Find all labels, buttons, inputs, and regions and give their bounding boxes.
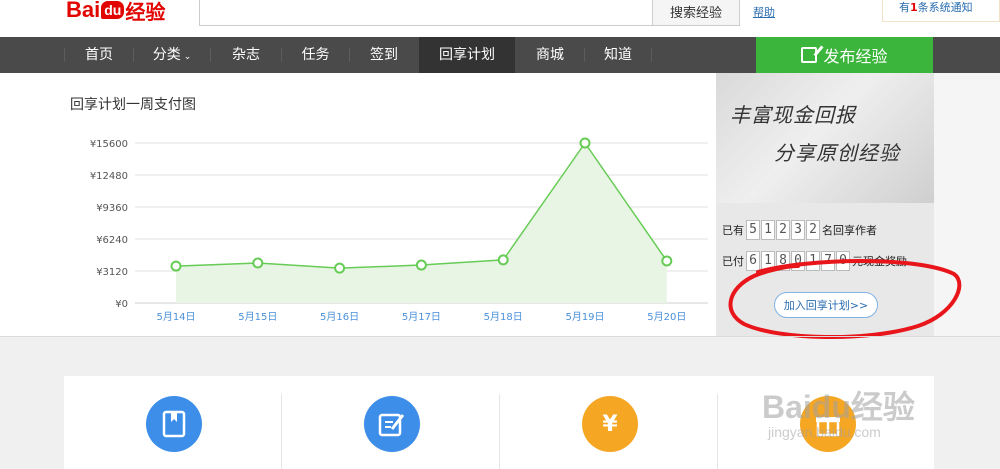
notice-prefix: 有 <box>899 1 910 14</box>
paid-suffix: 元现金奖励 <box>852 255 907 268</box>
paid-digit: 8 <box>776 251 790 271</box>
nav-item-magazine[interactable]: 杂志 <box>211 37 281 73</box>
card-reward[interactable]: ¥ <box>500 376 717 469</box>
right-gutter <box>934 73 1000 336</box>
publish-label: 发布经验 <box>823 47 888 66</box>
edit-icon <box>364 396 420 452</box>
data-point <box>415 259 427 271</box>
data-point <box>661 255 673 267</box>
x-tick-label: 5月18日 <box>484 311 523 323</box>
nav-divider <box>651 48 652 62</box>
x-tick-label: 5月15日 <box>238 311 277 323</box>
promo-slogan-1: 丰富现金回报 <box>730 103 856 127</box>
paid-digit: 0 <box>791 251 805 271</box>
yuan-glyph: ¥ <box>602 411 618 437</box>
book-icon <box>146 396 202 452</box>
logo-jingyan: 经验 <box>125 0 166 24</box>
data-point <box>334 262 346 274</box>
authors-digit: 2 <box>776 220 790 240</box>
search-button[interactable]: 搜索经验 <box>652 0 740 26</box>
data-point <box>497 254 509 266</box>
logo-du: du <box>101 1 125 19</box>
y-tick-label: ¥9360 <box>96 203 128 214</box>
join-huixiang-button[interactable]: 加入回享计划>> <box>774 292 878 318</box>
nav-item-huixiang[interactable]: 回享计划 <box>419 37 515 73</box>
edit-icon <box>801 47 818 63</box>
nav-item-home[interactable]: 首页 <box>65 37 133 73</box>
x-tick-label: 5月14日 <box>156 311 195 323</box>
x-tick-label: 5月16日 <box>320 311 359 323</box>
card-read[interactable] <box>64 376 281 469</box>
paid-digit: 7 <box>821 251 835 271</box>
logo-bai: Bai <box>66 0 101 22</box>
notice-count: 1 <box>910 1 918 14</box>
authors-digits: 51232 <box>746 220 820 240</box>
x-tick-label: 5月20日 <box>647 311 686 323</box>
authors-suffix: 名回享作者 <box>822 224 877 237</box>
system-notice[interactable]: 有1条系统通知 <box>882 0 1000 22</box>
y-tick-label: ¥0 <box>115 299 128 310</box>
weekly-payment-chart: ¥0 ¥3120 ¥6240 ¥9360 ¥12480 ¥15600 5月14日 5月15日 5… <box>90 137 708 323</box>
nav-right-spacer <box>933 37 1000 73</box>
data-point <box>252 257 264 269</box>
nav-item-zhidao[interactable]: 知道 <box>585 37 651 73</box>
data-point <box>579 137 591 149</box>
paid-digits: 6180170 <box>746 251 850 271</box>
publish-experience-button[interactable]: 发布经验 <box>756 37 933 73</box>
nav-item-mall[interactable]: 商城 <box>516 37 584 73</box>
nav-item-tasks[interactable]: 任务 <box>282 37 349 73</box>
series-area <box>176 143 667 303</box>
watermark-url: jingyan.baidu.com <box>768 424 881 440</box>
notice-suffix: 条系统通知 <box>917 1 973 14</box>
money-bag-icon: ¥ <box>582 396 638 452</box>
chevron-down-icon: ⌄ <box>183 52 192 62</box>
promo-slogan-2: 分享原创经验 <box>774 141 900 165</box>
x-tick-label: 5月17日 <box>402 311 441 323</box>
authors-stat: 已有 51232 名回享作者 <box>722 220 877 240</box>
watermark-logo: Baidu经验 <box>762 389 915 425</box>
search-input[interactable] <box>199 0 653 26</box>
y-tick-label: ¥3120 <box>96 267 128 278</box>
authors-prefix: 已有 <box>722 224 744 237</box>
y-tick-label: ¥12480 <box>90 171 128 182</box>
y-tick-label: ¥6240 <box>96 235 128 246</box>
paid-digit: 6 <box>746 251 760 271</box>
authors-digit: 5 <box>746 220 760 240</box>
section-divider <box>0 336 1000 337</box>
paid-digit: 0 <box>836 251 850 271</box>
nav-item-category[interactable]: 分类 ⌄ <box>134 37 210 73</box>
y-tick-label: ¥15600 <box>90 139 128 150</box>
authors-digit: 1 <box>761 220 775 240</box>
x-tick-label: 5月19日 <box>565 311 604 323</box>
paid-prefix: 已付 <box>722 255 744 268</box>
authors-digit: 3 <box>791 220 805 240</box>
baidu-jingyan-logo[interactable]: Bai du 经验 <box>66 0 166 24</box>
data-point <box>170 260 182 272</box>
authors-digit: 2 <box>806 220 820 240</box>
huixiang-promo: 丰富现金回报 分享原创经验 已有 51232 名回享作者 已付 6180170 … <box>716 73 934 336</box>
paid-digit: 1 <box>806 251 820 271</box>
nav-item-checkin[interactable]: 签到 <box>350 37 418 73</box>
payment-chart-panel: 回享计划一周支付图 ¥0 ¥3120 ¥6240 ¥9360 ¥12480 ¥15600 5… <box>0 73 716 336</box>
paid-digit: 1 <box>761 251 775 271</box>
card-write[interactable] <box>282 376 499 469</box>
top-bar: Bai du 经验 搜索经验 帮助 有1条系统通知 <box>0 0 1000 37</box>
paid-stat: 已付 6180170 元现金奖励 <box>722 251 907 271</box>
nav-item-category-label: 分类 <box>152 47 181 63</box>
help-link[interactable]: 帮助 <box>753 4 775 20</box>
